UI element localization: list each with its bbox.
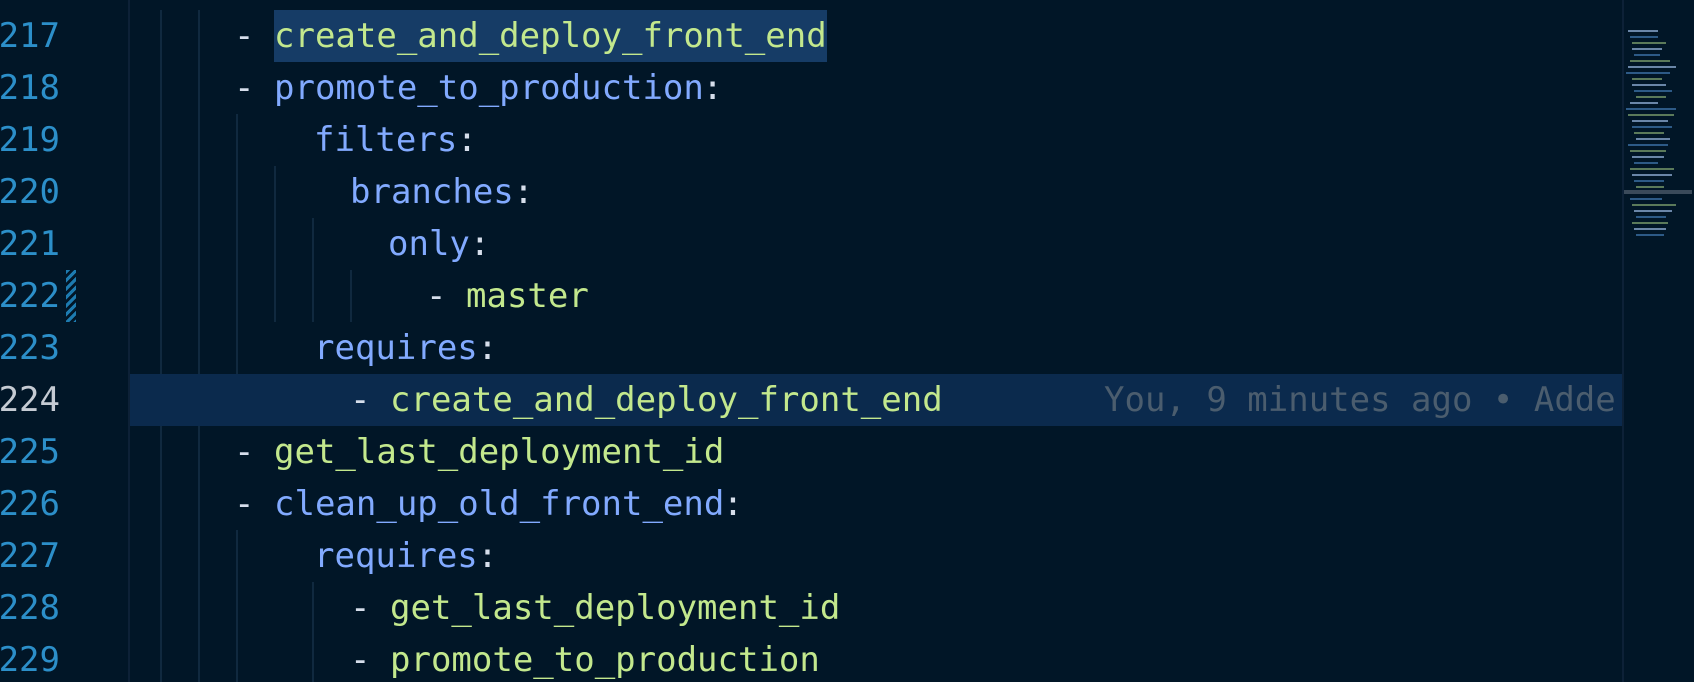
minimap-line bbox=[1628, 144, 1668, 146]
git-blame-annotation: You, 9 minutes ago • Adde bbox=[1104, 380, 1616, 420]
list-dash: - bbox=[234, 68, 255, 108]
minimap-line bbox=[1636, 186, 1664, 188]
minimap-line bbox=[1626, 72, 1670, 74]
minimap-line bbox=[1628, 66, 1676, 68]
list-dash: - bbox=[350, 588, 371, 628]
code-line[interactable]: branches: bbox=[130, 166, 1622, 218]
code-line[interactable]: - master bbox=[130, 270, 1622, 322]
yaml-key[interactable]: filters bbox=[314, 114, 457, 166]
minimap-line bbox=[1630, 36, 1658, 38]
minimap-line bbox=[1632, 48, 1662, 50]
yaml-key[interactable]: requires bbox=[314, 530, 478, 582]
yaml-key[interactable]: requires bbox=[314, 322, 478, 374]
yaml-key[interactable]: branches bbox=[350, 166, 514, 218]
yaml-value[interactable]: master bbox=[466, 270, 589, 322]
code-line[interactable]: requires: bbox=[130, 530, 1622, 582]
code-line[interactable]: - clean_up_old_front_end: bbox=[130, 478, 1622, 530]
minimap-line bbox=[1626, 108, 1676, 110]
yaml-key[interactable]: clean_up_old_front_end bbox=[274, 478, 724, 530]
code-line[interactable]: requires: bbox=[130, 322, 1622, 374]
minimap-line bbox=[1634, 180, 1664, 182]
minimap-line bbox=[1632, 156, 1664, 158]
yaml-value[interactable]: promote_to_production bbox=[390, 634, 820, 682]
minimap-line bbox=[1628, 114, 1674, 116]
code-editor[interactable]: 217 218 219 220 221 222 223 224 225 226 227 228 229 … bbox=[0, 0, 1694, 682]
yaml-colon: : bbox=[469, 224, 491, 264]
yaml-colon: : bbox=[702, 68, 723, 108]
minimap-line bbox=[1636, 96, 1666, 98]
yaml-colon: : bbox=[456, 120, 478, 160]
line-number: 229 bbox=[0, 640, 60, 680]
minimap-line bbox=[1632, 78, 1662, 80]
minimap-line bbox=[1632, 42, 1666, 44]
minimap-line bbox=[1634, 132, 1664, 134]
code-line[interactable]: filters: bbox=[130, 114, 1622, 166]
yaml-value[interactable]: create_and_deploy_front_end bbox=[390, 374, 943, 426]
minimap-line bbox=[1632, 120, 1668, 122]
line-number: 220 bbox=[0, 172, 60, 212]
minimap-line bbox=[1630, 168, 1674, 170]
code-line[interactable]: - create_and_deploy_front_end bbox=[130, 10, 1622, 62]
minimap-line bbox=[1632, 222, 1668, 224]
line-number: 226 bbox=[0, 484, 60, 524]
list-dash: - bbox=[234, 432, 255, 472]
minimap-line bbox=[1634, 210, 1672, 212]
minimap-line bbox=[1632, 204, 1676, 206]
minimap-line bbox=[1636, 216, 1666, 218]
yaml-colon: : bbox=[477, 536, 498, 576]
minimap-line bbox=[1636, 138, 1670, 140]
list-dash: - bbox=[234, 484, 255, 524]
list-dash: - bbox=[350, 640, 371, 680]
minimap-line bbox=[1634, 54, 1660, 56]
list-dash: - bbox=[426, 276, 447, 316]
yaml-key[interactable]: only bbox=[388, 218, 470, 270]
line-number: 221 bbox=[0, 224, 60, 264]
line-number: 223 bbox=[0, 328, 60, 368]
minimap-line bbox=[1636, 234, 1664, 236]
line-number: 227 bbox=[0, 536, 60, 576]
line-number: 218 bbox=[0, 68, 60, 108]
minimap-line bbox=[1630, 60, 1670, 62]
line-number: 222 bbox=[0, 276, 60, 316]
list-dash: - bbox=[234, 16, 255, 56]
minimap-line bbox=[1632, 174, 1672, 176]
minimap-line bbox=[1634, 162, 1658, 164]
code-line[interactable]: - promote_to_production bbox=[130, 634, 1622, 682]
code-line[interactable]: - get_last_deployment_id bbox=[130, 582, 1622, 634]
minimap-line bbox=[1632, 84, 1666, 86]
line-number-gutter[interactable]: 217 218 219 220 221 222 223 224 225 226 227 228 229 bbox=[0, 0, 130, 682]
code-line[interactable]: - get_last_deployment_id bbox=[130, 426, 1622, 478]
yaml-colon: : bbox=[477, 328, 498, 368]
minimap[interactable] bbox=[1622, 0, 1694, 682]
line-number: 224 bbox=[0, 380, 60, 420]
minimap-line bbox=[1632, 126, 1672, 128]
yaml-value[interactable]: create_and_deploy_front_end bbox=[274, 10, 827, 62]
minimap-current-line bbox=[1624, 190, 1692, 194]
modified-line-marker[interactable] bbox=[66, 270, 76, 322]
code-line[interactable]: only: bbox=[130, 218, 1622, 270]
line-number: 219 bbox=[0, 120, 60, 160]
list-dash: - bbox=[350, 380, 371, 420]
yaml-colon: : bbox=[722, 484, 744, 524]
minimap-line bbox=[1634, 90, 1672, 92]
minimap-line bbox=[1628, 30, 1658, 32]
yaml-value[interactable]: get_last_deployment_id bbox=[274, 426, 724, 478]
minimap-line bbox=[1634, 228, 1666, 230]
code-area[interactable]: - create_and_deploy_front_end - promote_to_… bbox=[130, 0, 1622, 682]
minimap-line bbox=[1630, 102, 1658, 104]
line-number: 217 bbox=[0, 16, 60, 56]
yaml-colon: : bbox=[513, 172, 534, 212]
minimap-line bbox=[1630, 150, 1666, 152]
current-code-line[interactable]: - create_and_deploy_front_end You, 9 minut… bbox=[130, 374, 1622, 426]
yaml-value[interactable]: get_last_deployment_id bbox=[390, 582, 840, 634]
yaml-key[interactable]: promote_to_production bbox=[274, 62, 704, 114]
minimap-line bbox=[1630, 198, 1662, 200]
line-number: 225 bbox=[0, 432, 60, 472]
code-line[interactable]: - promote_to_production: bbox=[130, 62, 1622, 114]
line-number: 228 bbox=[0, 588, 60, 628]
